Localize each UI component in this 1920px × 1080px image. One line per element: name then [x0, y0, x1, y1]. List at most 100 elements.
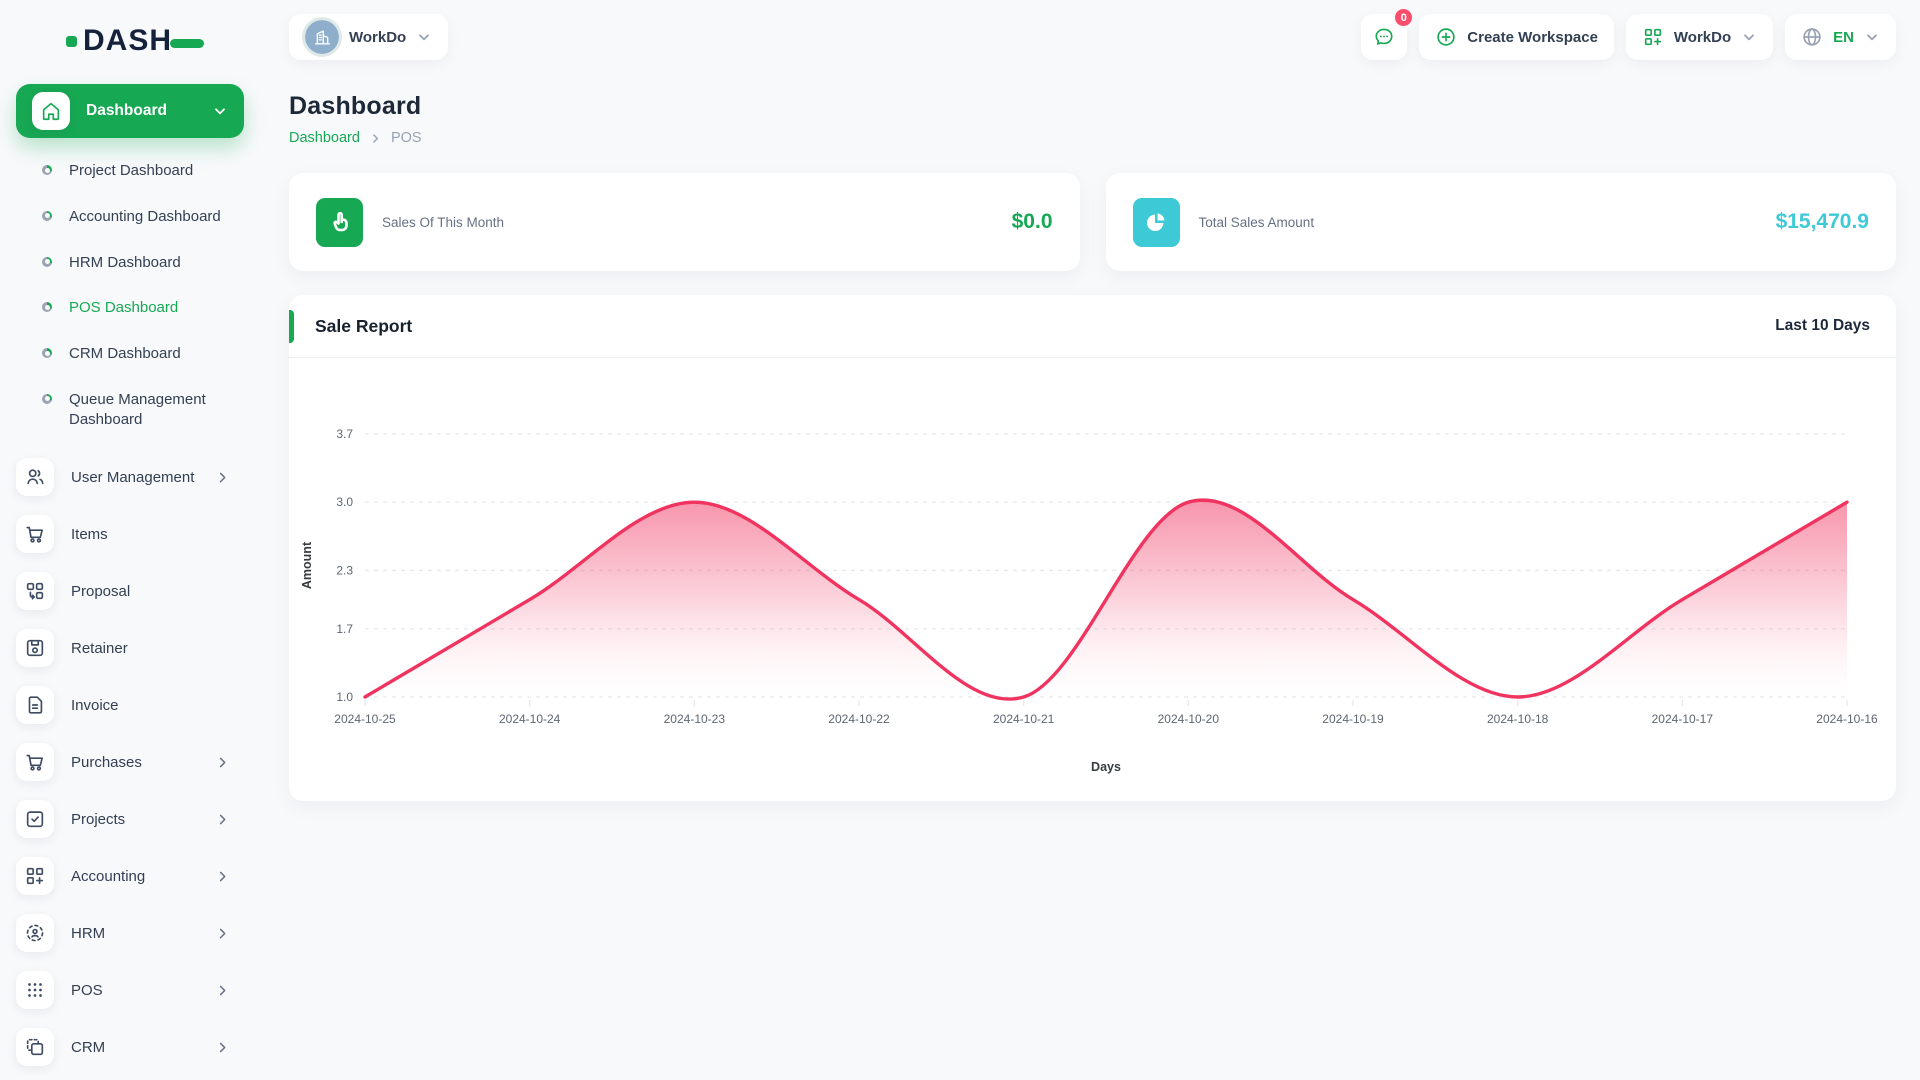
cart-icon — [16, 515, 54, 554]
tap-icon — [316, 197, 363, 247]
svg-text:1.0: 1.0 — [336, 690, 353, 704]
sidebar-menu: User Management Items Proposal Retainer Invo… — [16, 449, 244, 1076]
svg-text:2024-10-20: 2024-10-20 — [1157, 712, 1219, 726]
bullet-icon — [42, 165, 52, 175]
check-square-icon — [16, 800, 54, 839]
workspace-selector[interactable]: WorkDo — [289, 14, 449, 60]
sidebar-item-user-management[interactable]: User Management — [16, 449, 244, 506]
stat-value: $15,470.9 — [1775, 210, 1869, 233]
sidebar-subitem-crm-dashboard[interactable]: CRM Dashboard — [16, 331, 244, 377]
sidebar-item-label: User Management — [71, 468, 195, 486]
bullet-icon — [42, 348, 52, 359]
sidebar-item-label: Retainer — [71, 639, 128, 657]
app-logo[interactable]: DASH — [66, 26, 244, 56]
sidebar-item-label: Dashboard — [86, 102, 167, 119]
stat-cards: Sales Of This Month $0.0 Total Sales Amo… — [289, 173, 1896, 271]
cart-icon — [16, 743, 54, 782]
stat-label: Total Sales Amount — [1198, 214, 1315, 230]
sidebar-item-accounting[interactable]: Accounting — [16, 848, 244, 905]
sidebar-item-label: Proposal — [71, 582, 131, 600]
main-content: WorkDo 0 Create Workspace WorkDo EN Dash… — [260, 0, 1920, 1080]
sale-report-title: Sale Report — [315, 315, 413, 336]
top-bar: WorkDo 0 Create Workspace WorkDo EN — [289, 6, 1896, 68]
sidebar-item-purchases[interactable]: Purchases — [16, 734, 244, 791]
svg-text:3.7: 3.7 — [336, 427, 353, 441]
sidebar-subitem-queue-management-dashboard[interactable]: Queue Management Dashboard — [16, 377, 244, 443]
breadcrumb: Dashboard POS — [289, 130, 1896, 146]
sidebar-subitem-pos-dashboard[interactable]: POS Dashboard — [16, 285, 244, 331]
workspace-dropdown[interactable]: WorkDo — [1625, 14, 1774, 60]
sidebar-subitem-label: HRM Dashboard — [69, 253, 181, 271]
chevron-right-icon — [369, 132, 382, 145]
sidebar-subitem-label: POS Dashboard — [69, 299, 179, 317]
sale-report-range-label: Last 10 Days — [1775, 317, 1870, 334]
svg-text:2024-10-18: 2024-10-18 — [1486, 712, 1548, 726]
svg-text:Amount: Amount — [300, 541, 314, 589]
sidebar-subitem-project-dashboard[interactable]: Project Dashboard — [16, 148, 244, 194]
stat-card-sales-of-this-month: Sales Of This Month $0.0 — [289, 173, 1080, 271]
sidebar-item-label: CRM — [71, 1038, 106, 1056]
sidebar-item-projects[interactable]: Projects — [16, 791, 244, 848]
chevron-right-icon — [215, 869, 230, 884]
sidebar-subitem-label: Queue Management Dashboard — [69, 390, 206, 428]
grid-plus-icon — [16, 857, 54, 896]
sidebar-subitem-label: Project Dashboard — [69, 162, 194, 179]
stat-card-total-sales-amount: Total Sales Amount $15,470.9 — [1105, 173, 1896, 271]
save-icon — [16, 629, 54, 668]
sidebar-item-crm[interactable]: CRM — [16, 1019, 244, 1076]
home-icon — [32, 92, 70, 130]
svg-text:2024-10-21: 2024-10-21 — [992, 712, 1054, 726]
sale-report-header: Sale Report Last 10 Days — [289, 295, 1896, 358]
logo-dot — [66, 35, 77, 47]
svg-text:2024-10-22: 2024-10-22 — [828, 712, 890, 726]
sidebar-subitem-accounting-dashboard[interactable]: Accounting Dashboard — [16, 194, 244, 240]
sidebar-item-proposal[interactable]: Proposal — [16, 563, 244, 620]
sale-report-card: Sale Report Last 10 Days 3.7 3.0 2.3 1.7 1.0… — [289, 295, 1896, 801]
page-title: Dashboard — [289, 92, 422, 120]
proposal-icon — [16, 572, 54, 611]
chevron-down-icon — [1741, 29, 1757, 45]
header-accent-bar — [289, 310, 294, 343]
svg-text:2024-10-16: 2024-10-16 — [1816, 712, 1878, 726]
messages-button[interactable]: 0 — [1361, 7, 1415, 60]
sale-report-chart: 3.7 3.0 2.3 1.7 1.0 2024-10-25 2024-10-24 2024-… — [289, 358, 1896, 801]
chevron-right-icon — [215, 470, 230, 485]
breadcrumb-link-dashboard[interactable]: Dashboard — [289, 130, 360, 146]
sidebar-item-pos[interactable]: POS — [16, 962, 244, 1019]
sidebar-item-dashboard[interactable]: Dashboard — [16, 84, 244, 138]
sidebar-item-retainer[interactable]: Retainer — [16, 620, 244, 677]
svg-text:2024-10-19: 2024-10-19 — [1322, 712, 1384, 726]
sidebar-subitem-label: CRM Dashboard — [69, 345, 181, 363]
bullet-icon — [42, 210, 52, 221]
sidebar-subitem-hrm-dashboard[interactable]: HRM Dashboard — [16, 240, 244, 286]
logo-dash — [170, 38, 205, 48]
svg-text:Days: Days — [1091, 760, 1121, 774]
sidebar-item-label: Items — [71, 525, 108, 543]
svg-text:3.0: 3.0 — [336, 495, 353, 509]
chevron-right-icon — [215, 983, 230, 998]
globe-icon — [1801, 26, 1823, 48]
bullet-icon — [42, 393, 52, 404]
sidebar-item-label: Accounting — [71, 867, 146, 885]
plus-circle-icon — [1435, 26, 1457, 48]
chat-bubble-icon — [1373, 26, 1395, 48]
frames-icon — [16, 1028, 54, 1067]
building-icon — [302, 17, 342, 57]
bullet-icon — [42, 256, 52, 267]
chevron-right-icon — [215, 755, 230, 770]
sidebar-item-label: POS — [71, 981, 103, 999]
language-code: EN — [1833, 28, 1854, 46]
dots-grid-icon — [16, 971, 54, 1010]
dashboard-submenu: Project Dashboard Accounting Dashboard HRM… — [16, 148, 244, 443]
sidebar-item-hrm[interactable]: HRM — [16, 905, 244, 962]
workspace-dropdown-label: WorkDo — [1673, 28, 1732, 46]
sidebar: DASH Dashboard Project Dashboard Accounti… — [0, 0, 260, 1080]
invoice-icon — [16, 686, 54, 725]
sidebar-item-label: Projects — [71, 810, 126, 828]
create-workspace-button[interactable]: Create Workspace — [1419, 14, 1614, 60]
sidebar-item-invoice[interactable]: Invoice — [16, 677, 244, 734]
bullet-icon — [42, 302, 52, 313]
chevron-right-icon — [215, 926, 230, 941]
language-selector[interactable]: EN — [1785, 14, 1896, 60]
sidebar-item-items[interactable]: Items — [16, 506, 244, 563]
